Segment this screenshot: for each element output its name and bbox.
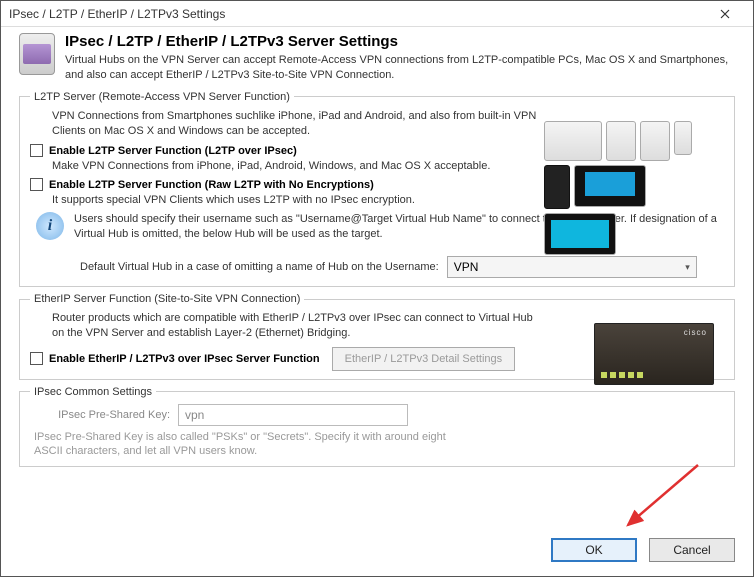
etherip-desc: Router products which are compatible wit… <box>52 311 535 341</box>
info-icon: i <box>36 212 64 240</box>
header-desc: Virtual Hubs on the VPN Server can accep… <box>65 53 735 83</box>
l2tp-group: L2TP Server (Remote-Access VPN Server Fu… <box>19 91 735 287</box>
dialog-content: IPsec / L2TP / EtherIP / L2TPv3 Server S… <box>1 27 753 479</box>
chevron-down-icon: ▾ <box>685 262 690 273</box>
footer-buttons: OK Cancel <box>551 538 735 562</box>
enable-l2tp-ipsec-checkbox[interactable] <box>30 144 43 157</box>
default-hub-row: Default Virtual Hub in a case of omittin… <box>80 256 724 278</box>
ok-button[interactable]: OK <box>551 538 637 562</box>
titlebar: IPsec / L2TP / EtherIP / L2TPv3 Settings <box>1 1 753 27</box>
enable-l2tp-raw-checkbox[interactable] <box>30 178 43 191</box>
default-hub-select[interactable]: VPN ▾ <box>447 256 697 278</box>
l2tp-legend: L2TP Server (Remote-Access VPN Server Fu… <box>30 91 294 103</box>
psk-label: IPsec Pre-Shared Key: <box>30 409 170 421</box>
smartphone-icon <box>19 33 55 75</box>
header-row: IPsec / L2TP / EtherIP / L2TPv3 Server S… <box>19 33 735 83</box>
enable-l2tp-raw-sub: It supports special VPN Clients which us… <box>52 194 540 206</box>
enable-l2tp-ipsec-label: Enable L2TP Server Function (L2TP over I… <box>49 145 297 157</box>
titlebar-text: IPsec / L2TP / EtherIP / L2TPv3 Settings <box>9 7 705 21</box>
router-illustration: cisco <box>594 323 714 385</box>
ipsec-legend: IPsec Common Settings <box>30 386 156 398</box>
l2tp-info-text: Users should specify their username such… <box>74 212 724 242</box>
l2tp-info-row: i Users should specify their username su… <box>30 212 724 248</box>
ipsec-settings-dialog: IPsec / L2TP / EtherIP / L2TPv3 Settings… <box>0 0 754 577</box>
cancel-button[interactable]: Cancel <box>649 538 735 562</box>
header-title: IPsec / L2TP / EtherIP / L2TPv3 Server S… <box>65 33 735 50</box>
default-hub-label: Default Virtual Hub in a case of omittin… <box>80 261 439 273</box>
etherip-legend: EtherIP Server Function (Site-to-Site VP… <box>30 293 304 305</box>
default-hub-value: VPN <box>454 260 479 274</box>
close-icon <box>720 9 730 19</box>
enable-l2tp-ipsec-sub: Make VPN Connections from iPhone, iPad, … <box>52 160 540 172</box>
close-button[interactable] <box>705 4 745 24</box>
psk-value: vpn <box>185 408 204 422</box>
psk-note: IPsec Pre-Shared Key is also called "PSK… <box>34 430 454 459</box>
enable-etherip-checkbox[interactable] <box>30 352 43 365</box>
etherip-detail-button: EtherIP / L2TPv3 Detail Settings <box>332 347 516 371</box>
enable-l2tp-raw-label: Enable L2TP Server Function (Raw L2TP wi… <box>49 179 374 191</box>
etherip-group: EtherIP Server Function (Site-to-Site VP… <box>19 293 735 380</box>
enable-etherip-label: Enable EtherIP / L2TPv3 over IPsec Serve… <box>49 353 320 365</box>
ipsec-common-group: IPsec Common Settings IPsec Pre-Shared K… <box>19 386 735 468</box>
l2tp-desc: VPN Connections from Smartphones suchlik… <box>52 109 540 139</box>
devices-illustration <box>544 121 714 216</box>
psk-input[interactable]: vpn <box>178 404 408 426</box>
